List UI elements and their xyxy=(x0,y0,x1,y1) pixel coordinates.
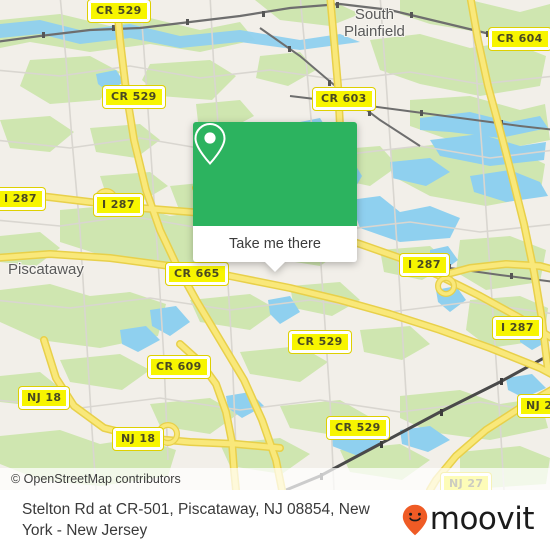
road-shield-i287-east[interactable]: I 287 xyxy=(400,254,449,276)
popup-tail xyxy=(264,261,286,272)
moovit-pin-logo-icon xyxy=(402,504,427,536)
popup-action-label: Take me there xyxy=(229,236,321,252)
road-shield-cr529-upper[interactable]: CR 529 xyxy=(103,86,165,108)
road-shield-i287-mid[interactable]: I 287 xyxy=(94,194,143,216)
road-shield-nj18-west[interactable]: NJ 18 xyxy=(19,387,70,409)
footer-bar: Stelton Rd at CR-501, Piscataway, NJ 088… xyxy=(0,490,550,550)
road-shield-nj18-south[interactable]: NJ 18 xyxy=(113,428,164,450)
road-shield-cr529-mid[interactable]: CR 529 xyxy=(289,331,351,353)
map-pin-icon xyxy=(194,122,226,165)
popup-action[interactable]: Take me there xyxy=(193,226,357,272)
location-title: Stelton Rd at CR-501, Piscataway, NJ 088… xyxy=(22,501,370,539)
popup-header xyxy=(193,122,357,226)
road-shield-cr603[interactable]: CR 603 xyxy=(313,88,375,110)
take-me-there-popup[interactable]: Take me there xyxy=(193,122,357,272)
place-label-line: South xyxy=(354,6,395,23)
place-label-south-plainfield: South Plainfield xyxy=(344,6,405,40)
place-label-piscataway: Piscataway xyxy=(8,261,84,278)
road-shield-cr529-south[interactable]: CR 529 xyxy=(327,417,389,439)
moovit-map-card: South Plainfield Piscataway CR 529 CR 60… xyxy=(0,0,550,550)
place-label-line: Plainfield xyxy=(344,23,405,40)
road-shield-i287-west[interactable]: I 287 xyxy=(0,188,45,210)
road-shield-cr609[interactable]: CR 609 xyxy=(148,356,210,378)
road-shield-cr604[interactable]: CR 604 xyxy=(489,28,550,50)
map-canvas[interactable]: South Plainfield Piscataway CR 529 CR 60… xyxy=(0,0,550,490)
road-shield-i287-southeast[interactable]: I 287 xyxy=(493,317,542,339)
map-attribution-bar: © OpenStreetMap contributors xyxy=(0,468,550,490)
road-shield-cr665[interactable]: CR 665 xyxy=(166,263,228,285)
road-shield-cr529-north[interactable]: CR 529 xyxy=(88,0,150,22)
moovit-wordmark: moovit xyxy=(429,500,535,537)
moovit-brand[interactable]: moovit xyxy=(402,500,550,537)
road-shield-nj27-east[interactable]: NJ 27 xyxy=(518,395,550,417)
map-attribution-text: © OpenStreetMap contributors xyxy=(11,472,181,486)
